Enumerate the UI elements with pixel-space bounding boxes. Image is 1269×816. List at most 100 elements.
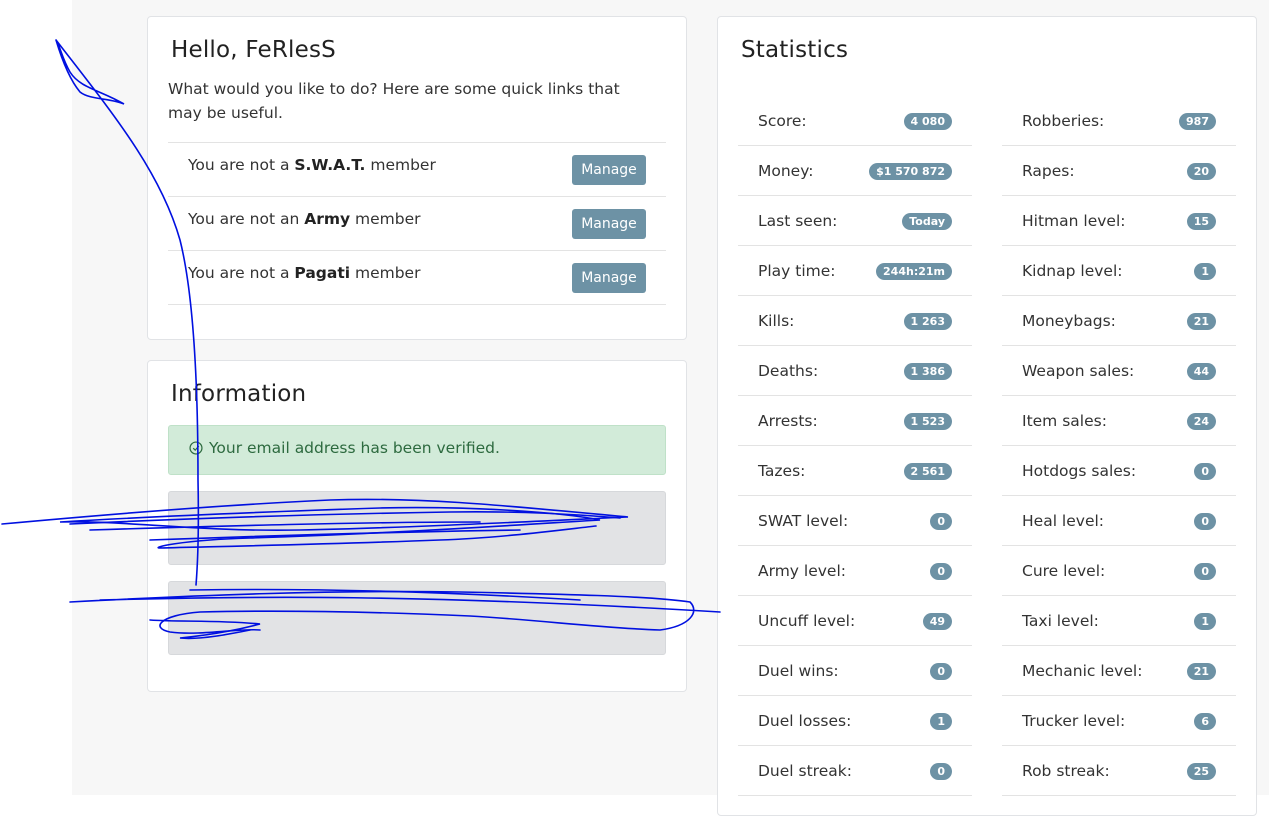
stat-row: Last seen: Today [738,197,972,246]
stat-value-badge: Today [902,213,952,230]
information-title: Information [171,381,307,407]
stat-row: Robberies: 987 [1002,97,1236,146]
membership-list: You are not a S.W.A.T. member Manage You… [168,142,666,305]
membership-row-pagati: You are not a Pagati member Manage [168,251,666,305]
welcome-card: Hello, FeRlesS What would you like to do… [147,16,687,340]
information-card: Information Your email address has been … [147,360,687,692]
stat-row: Army level: 0 [738,547,972,596]
stat-label: Heal level: [1022,512,1105,530]
stat-label: Mechanic level: [1022,662,1143,680]
stat-value-badge: 0 [930,563,952,580]
stat-value-badge: 25 [1186,763,1216,780]
stat-value-badge: 1 263 [903,313,952,330]
statistics-card: Statistics Score: 4 080 Money: $1 570 872 La… [717,16,1257,816]
manage-pagati-button[interactable]: Manage [572,263,646,293]
stat-label: Rob streak: [1022,762,1110,780]
stat-label: Hotdogs sales: [1022,462,1137,480]
stat-label: Weapon sales: [1022,362,1135,380]
stat-row: Rapes: 20 [1002,147,1236,196]
stat-value-badge: 1 [1194,263,1216,280]
stat-label: Last seen: [758,212,838,230]
stat-row: SWAT level: 0 [738,497,972,546]
stat-row: Money: $1 570 872 [738,147,972,196]
stat-label: Hitman level: [1022,212,1126,230]
stat-label: Item sales: [1022,412,1107,430]
stat-label: Money: [758,162,814,180]
stat-value-badge: 4 080 [903,113,952,130]
stat-value-badge: 15 [1186,213,1216,230]
stat-row: Score: 4 080 [738,97,972,146]
redacted-notice-2 [168,581,666,655]
stat-row: Duel streak: 0 [738,747,972,796]
statistics-left-column: Score: 4 080 Money: $1 570 872 Last seen: Tod… [738,97,972,797]
stat-row: Hotdogs sales: 0 [1002,447,1236,496]
stat-row: Duel losses: 1 [738,697,972,746]
stat-row: Moneybags: 21 [1002,297,1236,346]
stat-value-badge: 1 [930,713,952,730]
stat-row: Play time: 244h:21m [738,247,972,296]
stat-row: Tazes: 2 561 [738,447,972,496]
stat-label: SWAT level: [758,512,849,530]
stat-row: Rob streak: 25 [1002,747,1236,796]
statistics-title: Statistics [741,37,849,63]
stat-value-badge: 2 561 [903,463,952,480]
stat-label: Moneybags: [1022,312,1116,330]
membership-row-army: You are not an Army member Manage [168,197,666,251]
check-circle-icon [189,441,203,455]
stat-label: Deaths: [758,362,819,380]
stat-row: Duel wins: 0 [738,647,972,696]
stat-value-badge: 0 [930,513,952,530]
stat-label: Duel streak: [758,762,852,780]
stat-row: Cure level: 0 [1002,547,1236,596]
stat-label: Tazes: [758,462,806,480]
stat-row: Kidnap level: 1 [1002,247,1236,296]
stat-value-badge: 244h:21m [876,263,952,280]
stat-label: Arrests: [758,412,818,430]
stat-value-badge: 0 [1194,513,1216,530]
stat-value-badge: 1 523 [903,413,952,430]
manage-army-button[interactable]: Manage [572,209,646,239]
stat-value-badge: 0 [1194,563,1216,580]
stat-row: Arrests: 1 523 [738,397,972,446]
redacted-notice-1 [168,491,666,565]
email-verified-message: Your email address has been verified. [209,439,500,457]
membership-text: You are not a S.W.A.T. member [188,156,436,174]
stat-label: Rapes: [1022,162,1075,180]
stat-value-badge: 6 [1194,713,1216,730]
stat-value-badge: 20 [1186,163,1216,180]
stat-value-badge: 49 [922,613,952,630]
stat-label: Score: [758,112,807,130]
email-verified-alert: Your email address has been verified. [168,425,666,475]
stat-row: Mechanic level: 21 [1002,647,1236,696]
stat-value-badge: 0 [930,763,952,780]
welcome-greeting: Hello, FeRlesS [171,37,336,63]
stat-value-badge: 24 [1186,413,1216,430]
manage-swat-button[interactable]: Manage [572,155,646,185]
membership-text: You are not an Army member [188,210,421,228]
stat-label: Trucker level: [1022,712,1126,730]
stat-value-badge: 21 [1186,663,1216,680]
stat-row: Heal level: 0 [1002,497,1236,546]
membership-row-swat: You are not a S.W.A.T. member Manage [168,143,666,197]
stat-label: Duel losses: [758,712,852,730]
stat-label: Taxi level: [1022,612,1099,630]
stat-row: Trucker level: 6 [1002,697,1236,746]
stat-label: Kills: [758,312,795,330]
stat-label: Uncuff level: [758,612,856,630]
welcome-description: What would you like to do? Here are some… [168,80,620,122]
stat-value-badge: 1 386 [903,363,952,380]
stat-row: Taxi level: 1 [1002,597,1236,646]
stat-label: Cure level: [1022,562,1106,580]
stat-row: Uncuff level: 49 [738,597,972,646]
stat-value-badge: $1 570 872 [869,163,952,180]
stat-label: Robberies: [1022,112,1105,130]
stat-value-badge: 0 [1194,463,1216,480]
membership-text: You are not a Pagati member [188,264,421,282]
stat-row: Weapon sales: 44 [1002,347,1236,396]
stat-value-badge: 1 [1194,613,1216,630]
stat-label: Duel wins: [758,662,839,680]
stat-value-badge: 44 [1186,363,1216,380]
stat-value-badge: 0 [930,663,952,680]
stat-value-badge: 987 [1179,113,1216,130]
stat-row: Item sales: 24 [1002,397,1236,446]
